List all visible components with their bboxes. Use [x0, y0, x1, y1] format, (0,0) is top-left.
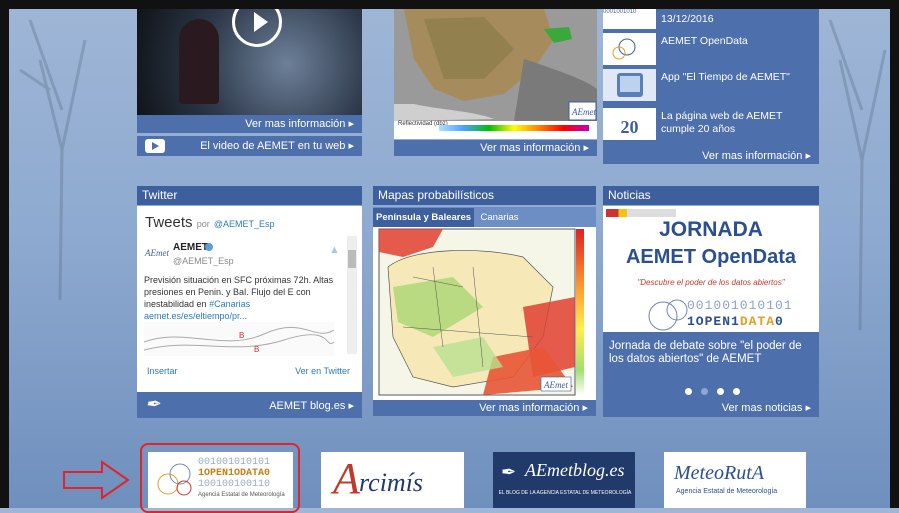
screen-frame: [0, 0, 899, 508]
